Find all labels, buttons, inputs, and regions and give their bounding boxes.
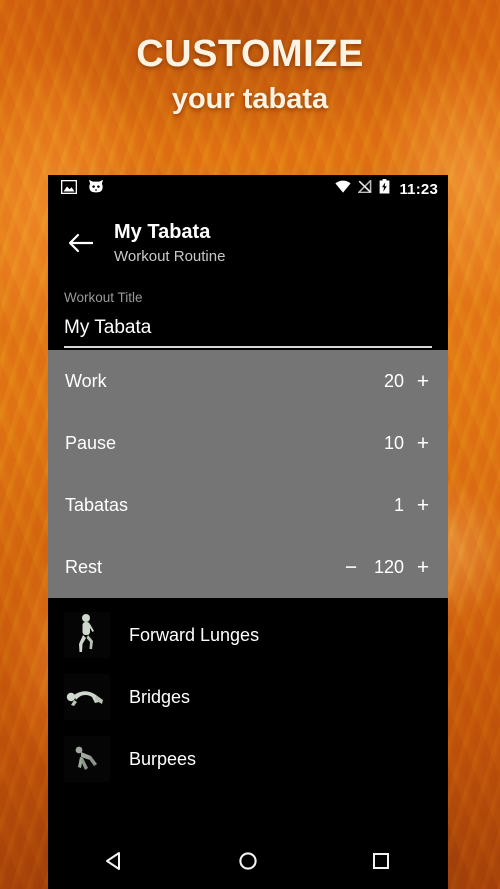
exercise-name: Burpees xyxy=(129,748,197,769)
list-item[interactable]: Forward Lunges xyxy=(48,604,448,666)
setting-value: 120 xyxy=(373,556,404,577)
cat-notification-icon xyxy=(88,179,104,199)
workout-title-label: Workout Title xyxy=(64,290,143,305)
workout-title-underline xyxy=(64,346,432,348)
page-title: My Tabata xyxy=(114,221,211,243)
back-button[interactable] xyxy=(48,217,114,258)
exercise-list: Forward Lunges Bridges Burpees xyxy=(48,598,448,790)
setting-value: 1 xyxy=(393,494,404,515)
setting-row-work[interactable]: Work 20 + xyxy=(48,350,448,412)
setting-row-rest[interactable]: Rest − 120 + xyxy=(48,536,448,598)
setting-label: Pause xyxy=(65,432,117,453)
status-bar-clock: 11:23 xyxy=(399,180,438,198)
nav-recents-icon[interactable] xyxy=(351,850,411,872)
phone-screenshot: 11:23 My Tabata Workout Routine Workout … xyxy=(48,175,448,889)
increment-button[interactable]: + xyxy=(412,433,434,454)
burpee-figure-thumbnail xyxy=(64,736,110,782)
nav-home-icon[interactable] xyxy=(218,850,278,872)
workout-title-field[interactable]: Workout Title My Tabata xyxy=(48,275,448,350)
nav-back-icon[interactable] xyxy=(85,850,145,872)
no-signal-icon xyxy=(357,178,372,198)
exercise-name: Bridges xyxy=(129,686,191,707)
increment-button[interactable]: + xyxy=(412,371,434,392)
setting-label: Tabatas xyxy=(65,494,129,515)
setting-value: 20 xyxy=(383,370,404,391)
back-arrow-icon xyxy=(68,233,94,258)
lunge-figure-thumbnail xyxy=(64,612,110,658)
status-bar: 11:23 xyxy=(48,175,448,203)
headline-line-1: CUSTOMIZE xyxy=(136,33,364,75)
decrement-button[interactable]: − xyxy=(340,557,362,578)
setting-row-tabatas[interactable]: Tabatas 1 + xyxy=(48,474,448,536)
list-item[interactable]: Burpees xyxy=(48,728,448,790)
setting-label: Work xyxy=(65,370,107,391)
list-item[interactable]: Bridges xyxy=(48,666,448,728)
setting-label: Rest xyxy=(65,556,103,577)
increment-button[interactable]: + xyxy=(412,557,434,578)
settings-panel: Work 20 + Pause 10 + Tabatas 1 + Rest − … xyxy=(48,350,448,598)
exercise-name: Forward Lunges xyxy=(129,624,260,645)
battery-charging-icon xyxy=(379,179,390,199)
bridge-figure-thumbnail xyxy=(64,674,110,720)
headline-line-2: your tabata xyxy=(171,83,329,115)
image-icon xyxy=(60,179,78,199)
app-bar: My Tabata Workout Routine xyxy=(48,203,448,275)
android-nav-bar xyxy=(48,833,448,889)
setting-row-pause[interactable]: Pause 10 + xyxy=(48,412,448,474)
wifi-icon xyxy=(335,180,352,198)
page-subtitle: Workout Routine xyxy=(114,248,226,265)
app-bar-titles: My Tabata Workout Routine xyxy=(114,217,225,268)
workout-title-input[interactable]: My Tabata xyxy=(64,313,432,343)
increment-button[interactable]: + xyxy=(412,495,434,516)
setting-value: 10 xyxy=(383,432,404,453)
promo-headline: CUSTOMIZE your tabata xyxy=(0,32,500,118)
